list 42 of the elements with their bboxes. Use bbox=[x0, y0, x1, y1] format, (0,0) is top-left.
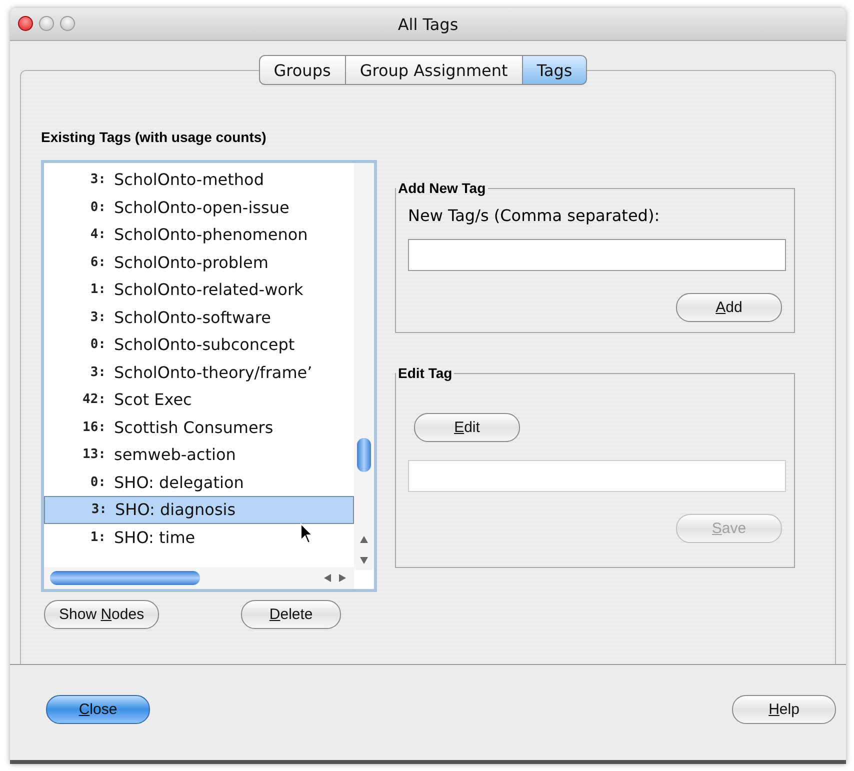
group-title: Edit Tag bbox=[397, 365, 454, 381]
horizontal-scrollbar[interactable] bbox=[44, 567, 354, 589]
add-button[interactable]: Add bbox=[676, 293, 782, 322]
field-label: New Tag/s (Comma separated): bbox=[408, 206, 661, 225]
tab[interactable]: Groups bbox=[258, 55, 346, 85]
tag-list-item[interactable]: 0: ScholOnto-open-issue bbox=[44, 194, 354, 221]
scroll-up-icon[interactable] bbox=[360, 536, 368, 543]
tag-list-item[interactable]: 16: Scottish Consumers bbox=[44, 414, 354, 441]
dialog-button[interactable]: Close bbox=[46, 695, 150, 724]
tag-list-item[interactable]: 0: ScholOnto-subconcept bbox=[44, 331, 354, 358]
list-action-button[interactable]: Delete bbox=[241, 600, 342, 629]
group-title: Add New Tag bbox=[397, 180, 487, 196]
tab[interactable]: Group Assignment bbox=[346, 55, 523, 85]
tab[interactable]: Tags bbox=[522, 55, 588, 85]
tag-list-item[interactable]: 0: SHO: delegation bbox=[44, 468, 354, 496]
new-tag-field[interactable] bbox=[408, 239, 786, 271]
tag-list-item[interactable]: 6: ScholOnto-problem bbox=[44, 248, 354, 276]
scroll-left-icon[interactable] bbox=[324, 574, 331, 582]
scroll-down-icon[interactable] bbox=[360, 557, 368, 564]
tag-list-item[interactable]: 3: ScholOnto-method bbox=[44, 166, 354, 194]
window-title: All Tags bbox=[398, 14, 458, 34]
mouse-pointer-icon bbox=[300, 523, 314, 545]
edit-button[interactable]: Edit bbox=[414, 413, 520, 442]
tag-list-item[interactable]: 3: ScholOnto-software bbox=[44, 304, 354, 331]
tag-list-item[interactable]: 13: semweb-action bbox=[44, 441, 354, 468]
tag-list-item[interactable]: 42: Scot Exec bbox=[44, 386, 354, 414]
tag-list-item[interactable]: 3: SHO: diagnosis bbox=[44, 496, 354, 524]
tag-list-item[interactable]: 1: SHO: time bbox=[44, 524, 354, 551]
dialog-button[interactable]: Help bbox=[732, 695, 836, 724]
vertical-scrollbar[interactable] bbox=[354, 163, 374, 570]
scroll-thumb[interactable] bbox=[357, 438, 371, 472]
list-action-button[interactable]: Show Nodes bbox=[44, 600, 160, 629]
close-window-icon[interactable] bbox=[18, 16, 33, 31]
list-heading: Existing Tags (with usage counts) bbox=[41, 129, 268, 145]
edit-tag-field[interactable] bbox=[408, 460, 786, 492]
scroll-thumb[interactable] bbox=[50, 571, 200, 585]
zoom-window-icon[interactable] bbox=[60, 16, 75, 31]
minimize-window-icon[interactable] bbox=[39, 16, 54, 31]
tag-list-item[interactable]: 3: ScholOnto-theory/frame’ bbox=[44, 358, 354, 386]
tag-list-item[interactable]: 4: ScholOnto-phenomenon bbox=[44, 221, 354, 248]
tag-list-item[interactable]: 1: ScholOnto-related-work bbox=[44, 276, 354, 304]
scroll-right-icon[interactable] bbox=[339, 574, 346, 582]
